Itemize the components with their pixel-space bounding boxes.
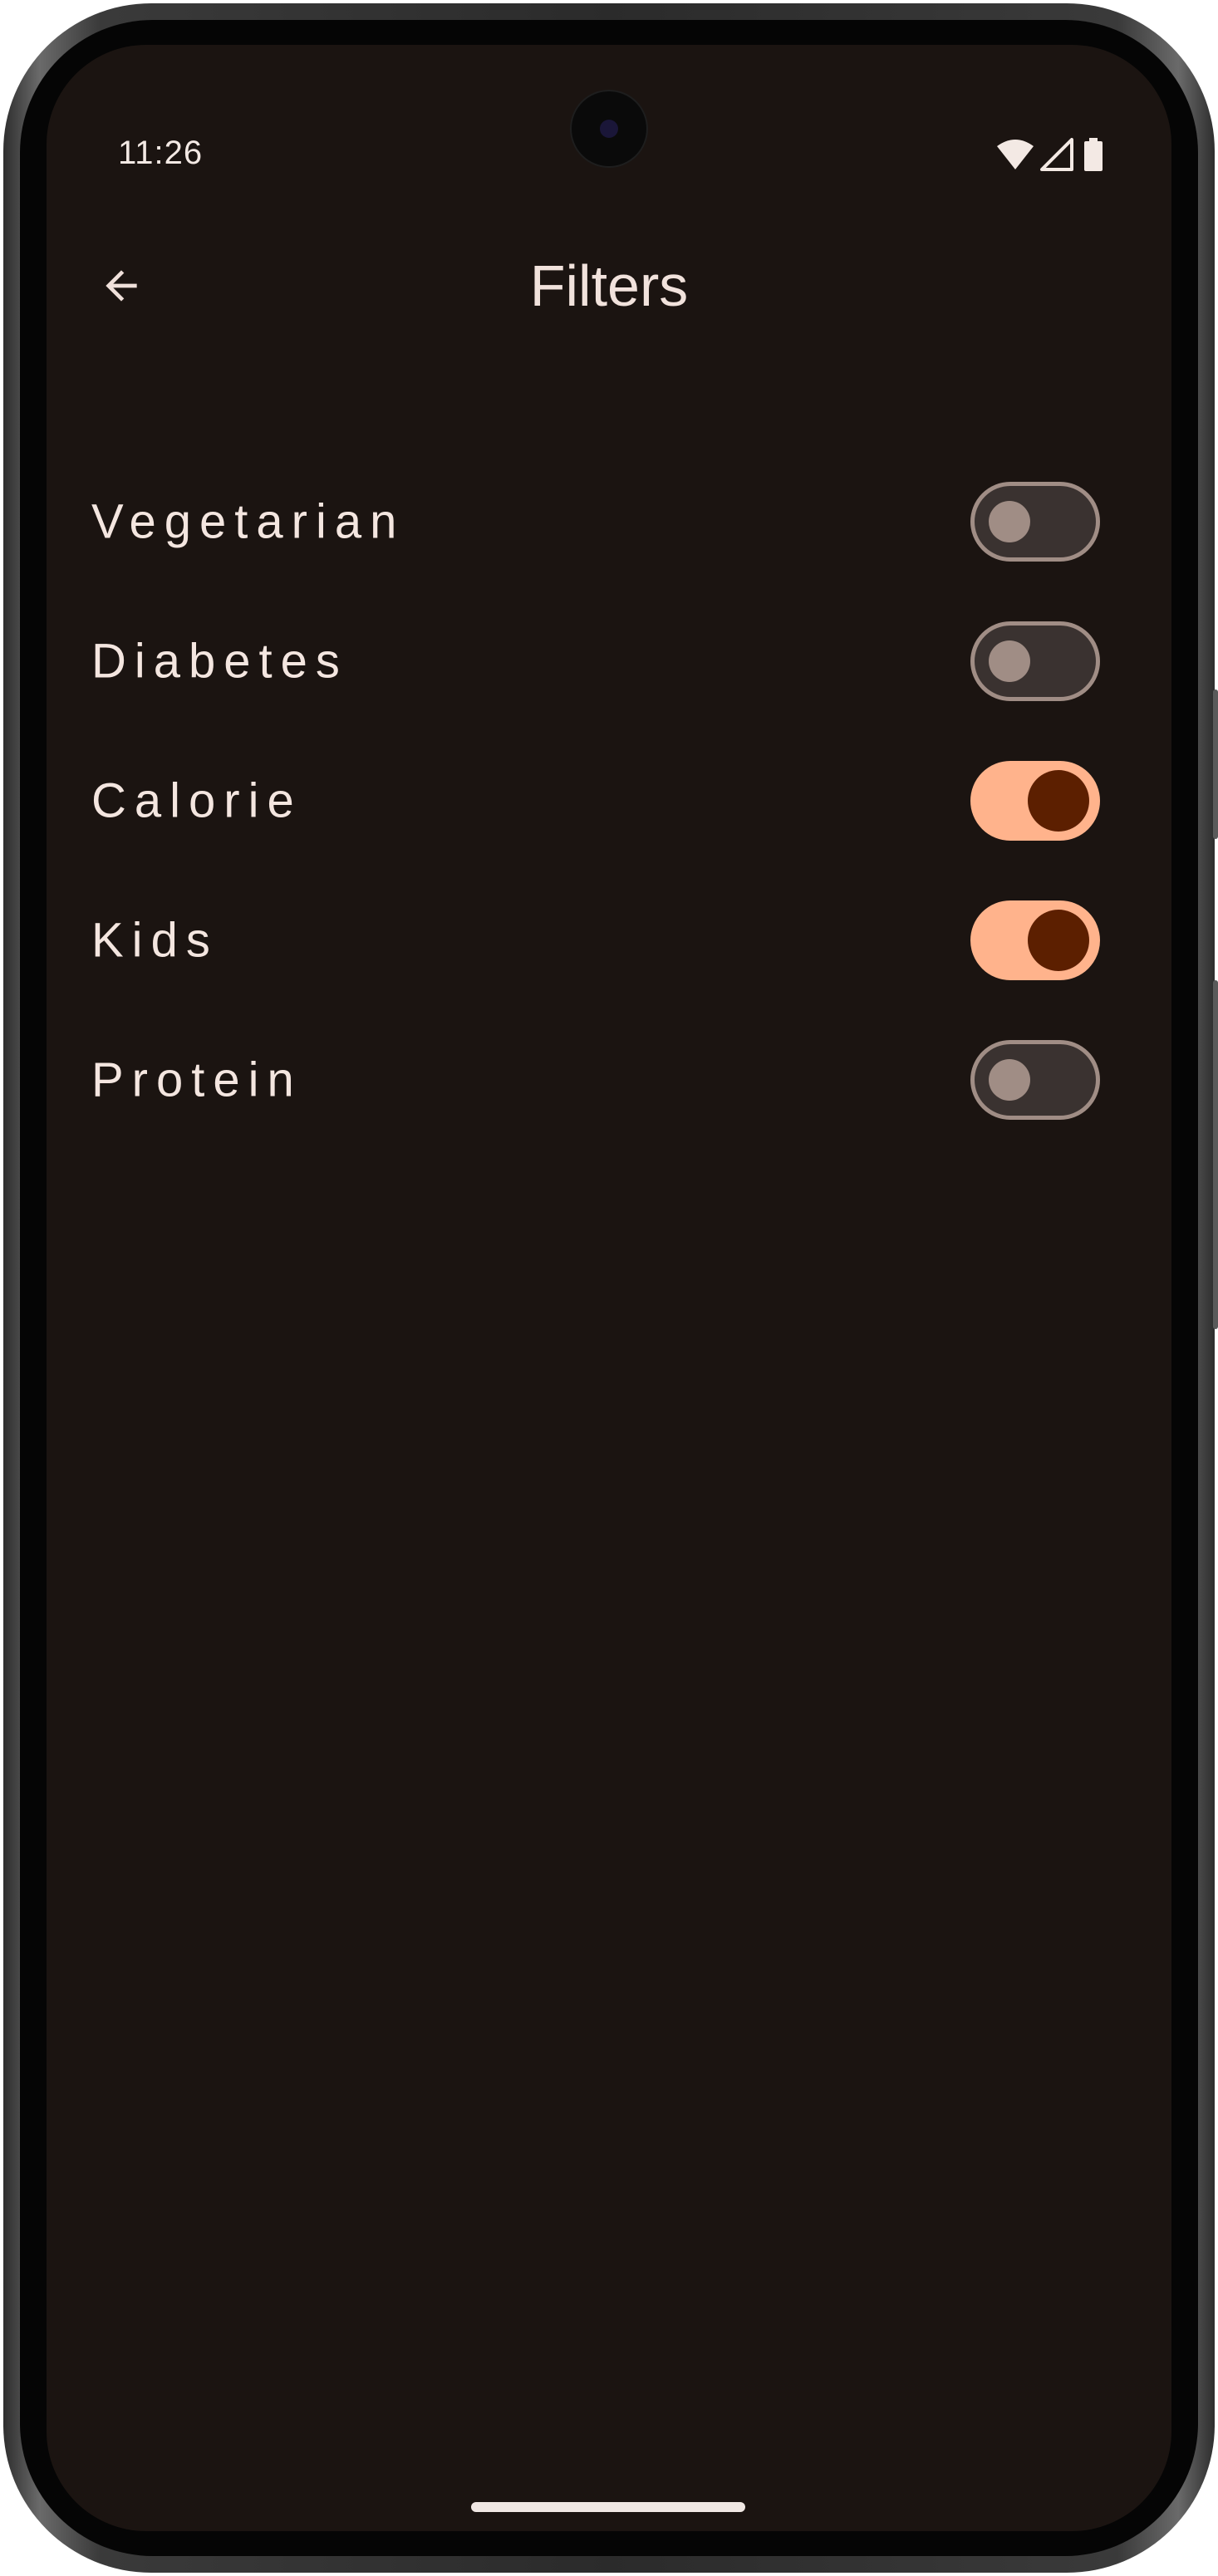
page-title: Filters xyxy=(529,253,689,318)
kids-switch[interactable] xyxy=(970,900,1100,980)
diabetes-switch[interactable] xyxy=(970,621,1100,701)
filter-label: Kids xyxy=(91,913,219,968)
switch-thumb xyxy=(1028,770,1089,832)
front-camera xyxy=(570,90,648,168)
top-app-bar: Filters xyxy=(47,228,1171,344)
status-bar: 11:26 xyxy=(47,45,1171,186)
volume-button xyxy=(1213,980,1218,1329)
filter-row-calorie[interactable]: Calorie xyxy=(47,731,1171,871)
app-screen: 11:26 Filters Vegetarian Diabetes Calori… xyxy=(47,45,1171,2531)
status-icons xyxy=(997,138,1105,171)
filter-label: Calorie xyxy=(91,773,302,828)
filter-row-protein[interactable]: Protein xyxy=(47,1010,1171,1150)
filter-row-kids[interactable]: Kids xyxy=(47,871,1171,1010)
battery-icon xyxy=(1084,138,1103,171)
switch-thumb xyxy=(989,501,1030,542)
switch-thumb xyxy=(989,1059,1030,1101)
protein-switch[interactable] xyxy=(970,1040,1100,1120)
switch-thumb xyxy=(989,640,1030,682)
filter-row-vegetarian[interactable]: Vegetarian xyxy=(47,452,1171,591)
switch-thumb xyxy=(1028,910,1089,971)
filter-label: Vegetarian xyxy=(91,494,405,549)
filter-row-diabetes[interactable]: Diabetes xyxy=(47,591,1171,731)
cell-signal-icon xyxy=(1040,138,1073,171)
filter-list: Vegetarian Diabetes Calorie Kids Protein xyxy=(47,452,1171,1150)
power-button xyxy=(1213,689,1218,839)
filter-label: Protein xyxy=(91,1052,302,1107)
filter-label: Diabetes xyxy=(91,634,348,689)
calorie-switch[interactable] xyxy=(970,761,1100,841)
status-time: 11:26 xyxy=(118,135,204,171)
wifi-icon xyxy=(997,140,1034,169)
home-indicator[interactable] xyxy=(471,2502,745,2512)
vegetarian-switch[interactable] xyxy=(970,482,1100,562)
